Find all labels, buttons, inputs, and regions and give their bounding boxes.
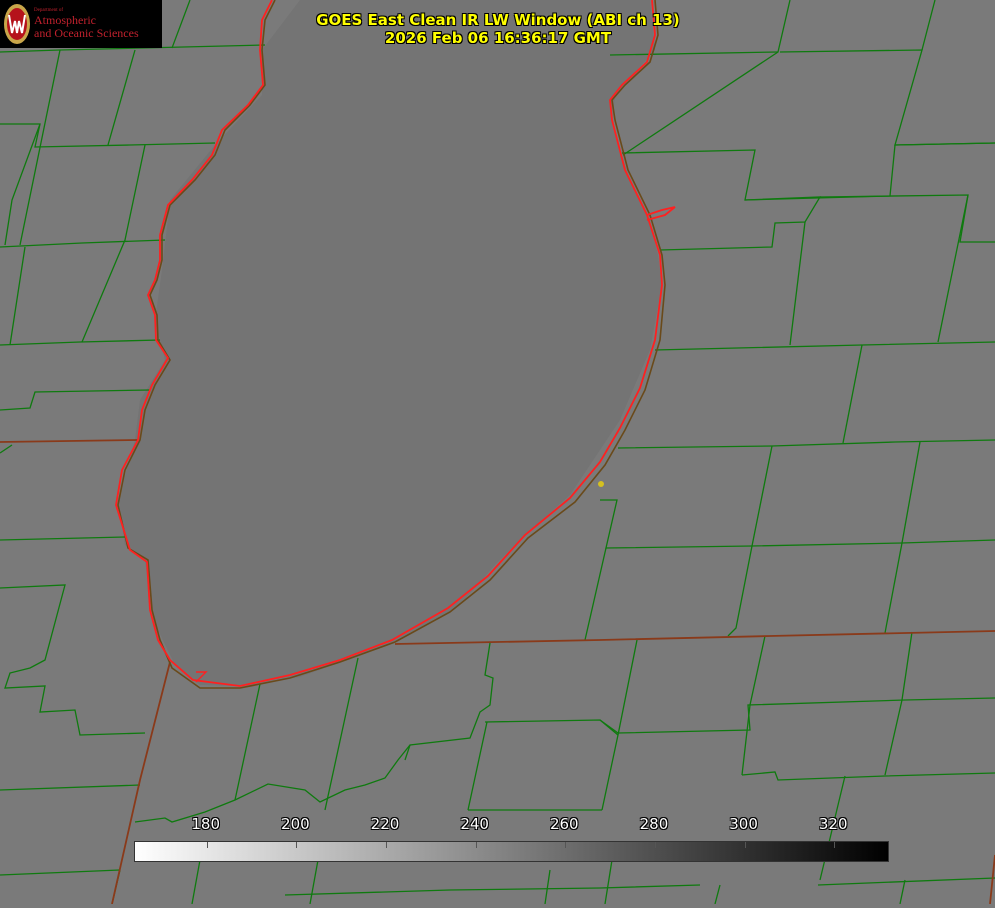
colorbar-tick-label: 280 xyxy=(639,815,669,833)
colorbar-tick-label: 300 xyxy=(729,815,758,833)
colorbar-tick-mark xyxy=(475,842,477,848)
colorbar-tick-label: 200 xyxy=(281,815,310,833)
temperature-colorbar xyxy=(134,841,889,862)
colorbar-tick-label: 180 xyxy=(191,815,221,833)
uw-crest-icon xyxy=(4,4,30,44)
colorbar-tick-mark xyxy=(386,842,387,848)
colorbar-tick-label: 220 xyxy=(370,815,400,833)
uw-aos-logo: Department of Atmospheric and Oceanic Sc… xyxy=(0,0,162,48)
colorbar-tick-label: 240 xyxy=(460,815,489,833)
colorbar-tick-mark xyxy=(206,842,208,848)
colorbar-tick-mark xyxy=(834,842,836,848)
colorbar-tick-mark xyxy=(565,842,567,848)
title-product: GOES East Clean IR LW Window (ABI ch 13) xyxy=(316,11,680,29)
colorbar-tick-mark xyxy=(744,842,746,848)
title-timestamp: 2026 Feb 06 16:36:17 GMT xyxy=(384,29,612,47)
colorbar-tick-mark xyxy=(296,842,298,848)
city-marker-dot xyxy=(598,481,604,487)
colorbar-tick-mark xyxy=(654,842,656,848)
image-title: GOES East Clean IR LW Window (ABI ch 13)… xyxy=(300,11,696,47)
colorbar-tick-label: 320 xyxy=(818,815,848,833)
map-canvas xyxy=(0,0,995,905)
colorbar-tick-label: 260 xyxy=(549,815,579,833)
satellite-map: Department of Atmospheric and Oceanic Sc… xyxy=(0,0,995,905)
department-name: Department of Atmospheric and Oceanic Sc… xyxy=(34,8,139,40)
dept-line-2: and Oceanic Sciences xyxy=(34,26,139,40)
